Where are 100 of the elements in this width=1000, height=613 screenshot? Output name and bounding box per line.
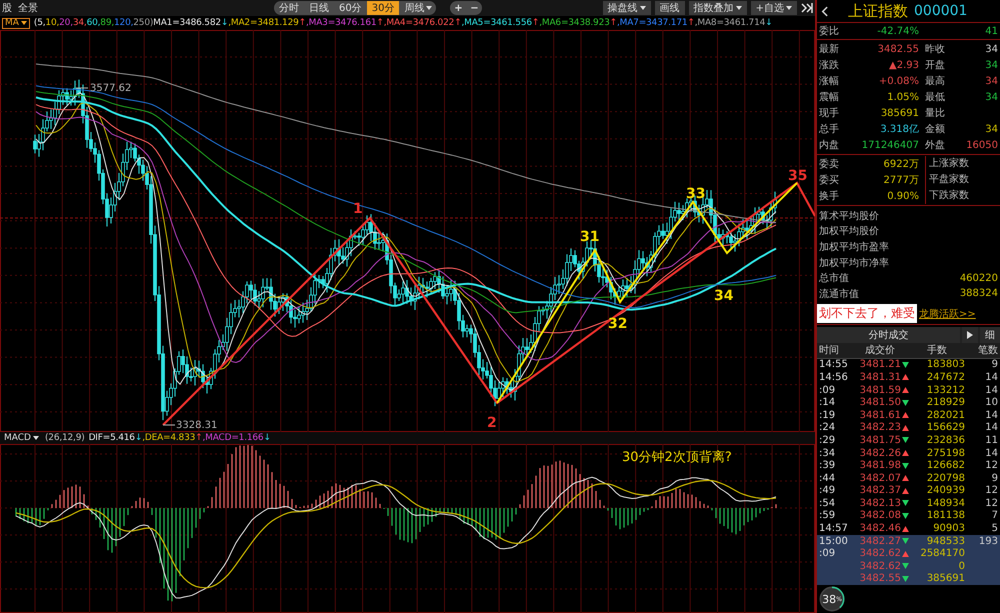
field-label: 量比 (925, 106, 946, 120)
trade-price: 3482.26 (860, 448, 901, 459)
macd-value: DIF=5.416 (88, 433, 135, 443)
tool-button[interactable]: 指数叠加 (688, 1, 747, 15)
ma-value: ,MA4=3476.022 (384, 18, 454, 28)
ma-param: 60, (86, 18, 100, 28)
field-label: 外盘 (925, 139, 946, 152)
trade-price: 3482.55 (860, 573, 901, 584)
trade-row[interactable]: 3482.55 385691 (817, 572, 1000, 586)
trade-time: :09 (818, 548, 836, 560)
tool-button[interactable]: 操盘线 (602, 1, 651, 15)
period-tab[interactable]: 30分 (366, 1, 400, 15)
zoom-button[interactable]: − (466, 1, 482, 15)
trade-row[interactable]: :09 3482.62 2584170 (817, 547, 1000, 560)
caret-icon[interactable] (640, 6, 646, 10)
indicator-button[interactable]: MACD (2, 432, 41, 444)
trade-row[interactable]: :54 3482.13 148934 12 (817, 497, 1000, 510)
trade-row[interactable]: :49 3482.37 240939 12 (817, 484, 1000, 498)
ma-param: 120, (114, 18, 134, 28)
field-label: 算术平均股价 (819, 210, 879, 223)
period-tab[interactable]: 日线 (304, 1, 334, 15)
trade-count: 12 (984, 498, 999, 509)
play-button[interactable] (962, 326, 978, 343)
trade-time: :44 (818, 472, 836, 484)
wave-label: 35 (788, 168, 808, 184)
play-icon[interactable] (967, 330, 973, 339)
trend-arrow: ↓ (263, 433, 271, 443)
ma-param: (5, (34, 18, 46, 28)
caret-icon[interactable] (20, 21, 27, 25)
trades-tab[interactable]: 分时成交 (817, 326, 960, 343)
promo-link[interactable]: 龙腾活跃>> (919, 306, 976, 321)
column-header: 手数 (926, 344, 948, 358)
trend-arrow: ↓ (134, 433, 142, 443)
period-tab[interactable]: 分时 (274, 1, 304, 15)
field-label: 涨跌 (819, 58, 840, 72)
tool-button[interactable]: 画线 (654, 1, 685, 15)
period-tab[interactable]: 60分 (334, 1, 367, 15)
trade-time: 15:00 (818, 536, 849, 547)
trade-row[interactable]: 3482.62 0 (817, 560, 1000, 573)
back-icon[interactable] (821, 6, 828, 16)
trade-row[interactable]: :14 3481.50 218929 10 (817, 396, 1000, 409)
macd-value: ,MACD=1.166 (202, 433, 264, 443)
period-tab[interactable]: 周线 (399, 1, 430, 15)
trade-count: 5 (990, 523, 999, 534)
field-value: 34 (984, 44, 998, 54)
trade-count: 12 (984, 485, 999, 496)
ma-value: ,MA5=3461.556 (461, 18, 532, 28)
indicator-button[interactable]: MA (2, 18, 30, 28)
trade-price: 3481.98 (860, 460, 901, 472)
field-label: 平盘家数 (925, 172, 969, 188)
trend-arrow: ↑ (376, 18, 384, 28)
ma-value: ,MA2=3481.129 (228, 18, 299, 28)
caret-icon[interactable] (32, 436, 39, 440)
ma-value: ,MA7=3437.171 (616, 18, 688, 28)
caret-icon[interactable] (736, 6, 742, 10)
field-label: 换手 (819, 190, 840, 203)
price-label: 3328.31 (176, 420, 218, 431)
trade-row[interactable]: 14:57 3482.46 90903 5 (817, 522, 1000, 535)
trade-count: 14 (984, 410, 999, 421)
trade-row[interactable]: :44 3482.07 220798 9 (817, 472, 1000, 484)
trade-row[interactable]: :24 3482.23 156629 14 (817, 422, 1000, 434)
trade-row[interactable]: 14:55 3481.21 183803 9 (817, 358, 1000, 372)
caret-icon[interactable] (426, 6, 432, 10)
trade-time: :49 (818, 485, 836, 496)
trade-time: 14:57 (818, 523, 849, 534)
trend-arrow: ↑ (610, 18, 617, 28)
trade-count: 9 (990, 472, 999, 484)
caret-icon[interactable] (786, 6, 792, 10)
collapse-icon[interactable] (801, 3, 813, 13)
trade-price: 3482.46 (860, 523, 901, 534)
index-code: 000001 (914, 3, 968, 19)
trade-price: 3482.27 (860, 536, 901, 547)
tool-button[interactable]: +自选 (750, 1, 797, 15)
trade-count: 193 (978, 536, 999, 547)
trade-row[interactable]: 15:00 3482.27 948533 193 (817, 534, 1000, 548)
trade-volume: 385691 (926, 573, 965, 584)
trade-price: 3482.08 (860, 510, 901, 522)
trade-row[interactable]: :09 3481.59 133212 14 (817, 384, 1000, 396)
trade-time: :29 (818, 434, 836, 446)
detail-tab[interactable]: 细 (980, 326, 1000, 343)
trade-row[interactable]: :19 3481.61 282021 14 (817, 408, 1000, 422)
column-header: 成交价 (864, 344, 896, 358)
trade-row[interactable]: :29 3481.75 232836 11 (817, 434, 1000, 447)
toolbar-label[interactable]: 全景 (18, 1, 38, 15)
trade-volume: 282021 (926, 410, 965, 421)
field-value: 2777万 (882, 174, 919, 187)
trade-row[interactable]: :34 3482.26 275198 14 (817, 446, 1000, 460)
field-label: 金额 (925, 122, 946, 136)
field-label: 最低 (925, 91, 946, 104)
field-value: 171246407 (860, 140, 919, 150)
trade-price: 3481.21 (860, 359, 901, 370)
trade-count: 9 (990, 359, 999, 370)
field-label: 开盘 (925, 59, 946, 72)
zoom-button[interactable]: + (450, 1, 466, 15)
trade-row[interactable]: :39 3481.98 126682 12 (817, 459, 1000, 472)
trade-row[interactable]: :59 3482.08 181138 7 (817, 510, 1000, 522)
toolbar-label[interactable]: 股 (2, 1, 12, 15)
trade-row[interactable]: 14:56 3481.31 247672 14 (817, 371, 1000, 384)
field-value: 3.318亿 (879, 123, 919, 136)
field-label: 上涨家数 (925, 156, 969, 172)
